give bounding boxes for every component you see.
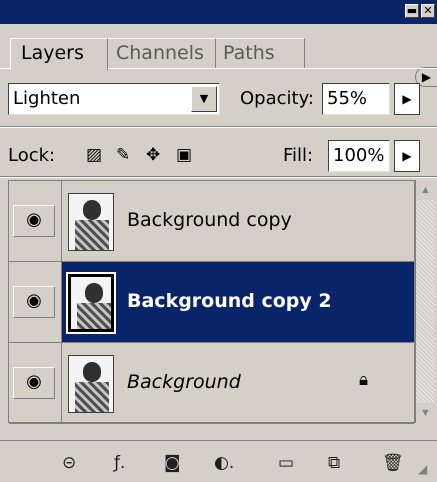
blend-mode-value: Lighten [13,88,81,109]
eye-icon[interactable]: ◉ [13,367,55,399]
tab-paths[interactable]: Paths [213,38,305,68]
close-icon[interactable]: ✕ [421,4,435,18]
layers-list: ◉ Background copy ◉ Background copy 2 ◉ … [8,180,415,424]
lock-image-brush-icon[interactable]: ✎ [116,145,130,165]
layer-style-icon[interactable]: ƒ. [114,453,125,473]
layer-name: Background copy [127,209,292,231]
opacity-arrow-button[interactable]: ▶ [394,83,420,115]
layer-name: Background [127,371,241,393]
minimize-icon[interactable]: ▬ [405,4,419,18]
layer-cell[interactable]: Background copy 2 [62,262,414,342]
link-layers-icon[interactable]: ⊝ [62,453,76,473]
eye-icon[interactable]: ◉ [13,286,55,318]
opacity-label: Opacity: [240,88,314,109]
lock-icon: 🔒︎ [359,370,369,390]
tab-channels[interactable]: Channels [106,38,216,68]
scroll-up-icon[interactable]: ▲ [416,180,435,200]
layer-thumbnail [68,355,114,413]
tab-layers-label: Layers [21,42,84,64]
opacity-arrow-icon: ▶ [402,92,412,106]
resize-grip-icon[interactable]: ◢ [418,459,427,479]
tab-layers[interactable]: Layers [10,38,108,70]
options-separator [0,126,437,128]
tab-row: Paths Channels Layers ▶ [0,24,437,87]
lock-all-icon[interactable]: ▣ [176,145,192,165]
trash-icon[interactable]: 🗑︎ [382,453,404,473]
layer-thumbnail [68,193,114,251]
layer-cell[interactable]: Background copy [62,181,414,261]
layer-thumbnail [66,272,116,334]
scroll-down-icon[interactable]: ▼ [416,403,435,423]
tab-channels-label: Channels [116,42,204,64]
lock-label: Lock: [8,145,56,166]
lock-position-move-icon[interactable]: ✥ [146,145,160,165]
new-layer-icon[interactable]: ⧉ [328,453,340,473]
fill-value: 100% [333,145,385,166]
fill-arrow-icon: ▶ [402,149,412,163]
layers-bottom-bar: ⊝ ƒ. ◙ ◐. ▭ ⧉ 🗑︎ ◢ [0,440,437,482]
opacity-input[interactable]: 55% [322,83,390,115]
fill-label: Fill: [283,145,314,166]
opacity-value: 55% [327,88,368,109]
adjustment-layer-icon[interactable]: ◐. [214,453,234,473]
chevron-down-icon[interactable]: ▼ [191,86,217,112]
fill-input[interactable]: 100% [328,140,390,172]
lock-transparency-icon[interactable]: ▨ [86,145,102,165]
layer-mask-icon[interactable]: ◙ [164,453,181,473]
new-group-folder-icon[interactable]: ▭ [278,453,294,473]
layers-scrollbar[interactable]: ▲ ▼ [415,180,435,423]
layer-row[interactable]: ◉ Background copy [9,181,414,262]
lock-separator [0,176,437,178]
fill-arrow-button[interactable]: ▶ [394,140,420,172]
layer-row-selected[interactable]: ◉ Background copy 2 [9,262,414,343]
panel-titlebar[interactable]: ▬ ✕ [0,0,437,24]
tab-paths-label: Paths [223,42,275,64]
menu-arrow-icon: ▶ [421,70,432,84]
layer-row[interactable]: ◉ Background 🔒︎ [9,343,414,424]
layer-name: Background copy 2 [127,290,332,312]
layer-cell[interactable]: Background 🔒︎ [62,343,414,423]
eye-icon[interactable]: ◉ [13,205,55,237]
blend-mode-select[interactable]: Lighten ▼ [8,83,220,115]
